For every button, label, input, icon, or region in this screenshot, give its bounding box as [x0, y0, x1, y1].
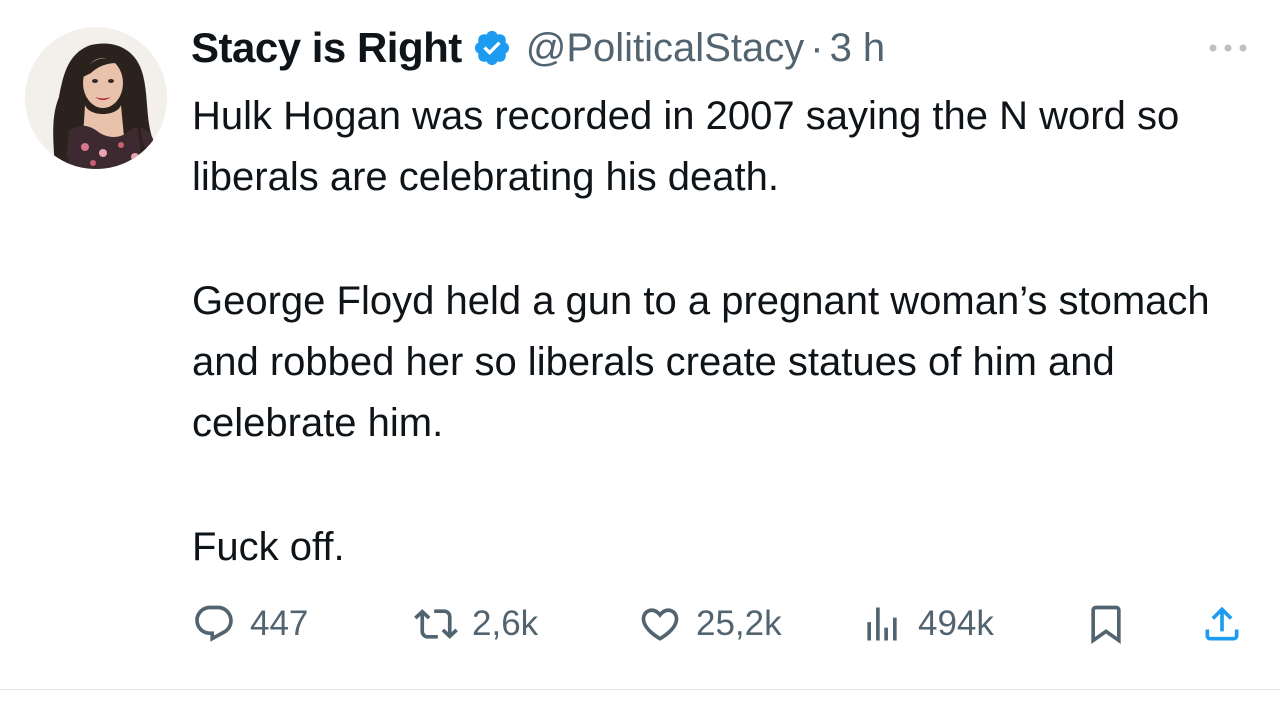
tweet-text: Hulk Hogan was recorded in 2007 saying t… — [192, 86, 1252, 578]
share-icon — [1205, 606, 1239, 641]
repost-count: 2,6k — [472, 604, 539, 643]
reply-icon — [195, 605, 233, 642]
tweet[interactable]: Stacy is Right @PoliticalStacy · 3 h Hul… — [0, 0, 1280, 690]
reply-count: 447 — [250, 604, 309, 643]
like-count: 25,2k — [696, 604, 782, 643]
views-icon — [867, 607, 897, 641]
like-button[interactable]: 25,2k — [638, 598, 782, 650]
bookmark-button[interactable] — [1084, 598, 1128, 650]
display-name[interactable]: Stacy is Right — [191, 24, 462, 72]
reply-button[interactable]: 447 — [192, 598, 308, 650]
heart-icon — [641, 608, 679, 641]
action-bar: 447 2,6k 25,2k 494k — [192, 598, 1252, 650]
bookmark-icon — [1091, 605, 1121, 645]
tweet-paragraph: George Floyd held a gun to a pregnant wo… — [192, 279, 1210, 445]
timestamp[interactable]: 3 h — [830, 26, 886, 71]
share-button[interactable] — [1200, 598, 1244, 650]
avatar[interactable] — [25, 27, 167, 169]
repost-icon — [414, 609, 458, 639]
views-button[interactable]: 494k — [860, 598, 994, 650]
divider — [0, 689, 1280, 690]
more-icon[interactable] — [1206, 38, 1250, 58]
tweet-paragraph: Hulk Hogan was recorded in 2007 saying t… — [192, 94, 1180, 199]
time-separator: · — [810, 25, 824, 70]
author-handle[interactable]: @PoliticalStacy — [526, 26, 804, 71]
repost-button[interactable]: 2,6k — [414, 598, 538, 650]
views-count: 494k — [918, 604, 994, 643]
tweet-paragraph: Fuck off. — [192, 525, 345, 569]
verified-badge-icon[interactable] — [472, 28, 512, 68]
tweet-header: Stacy is Right @PoliticalStacy · 3 h — [191, 20, 885, 76]
